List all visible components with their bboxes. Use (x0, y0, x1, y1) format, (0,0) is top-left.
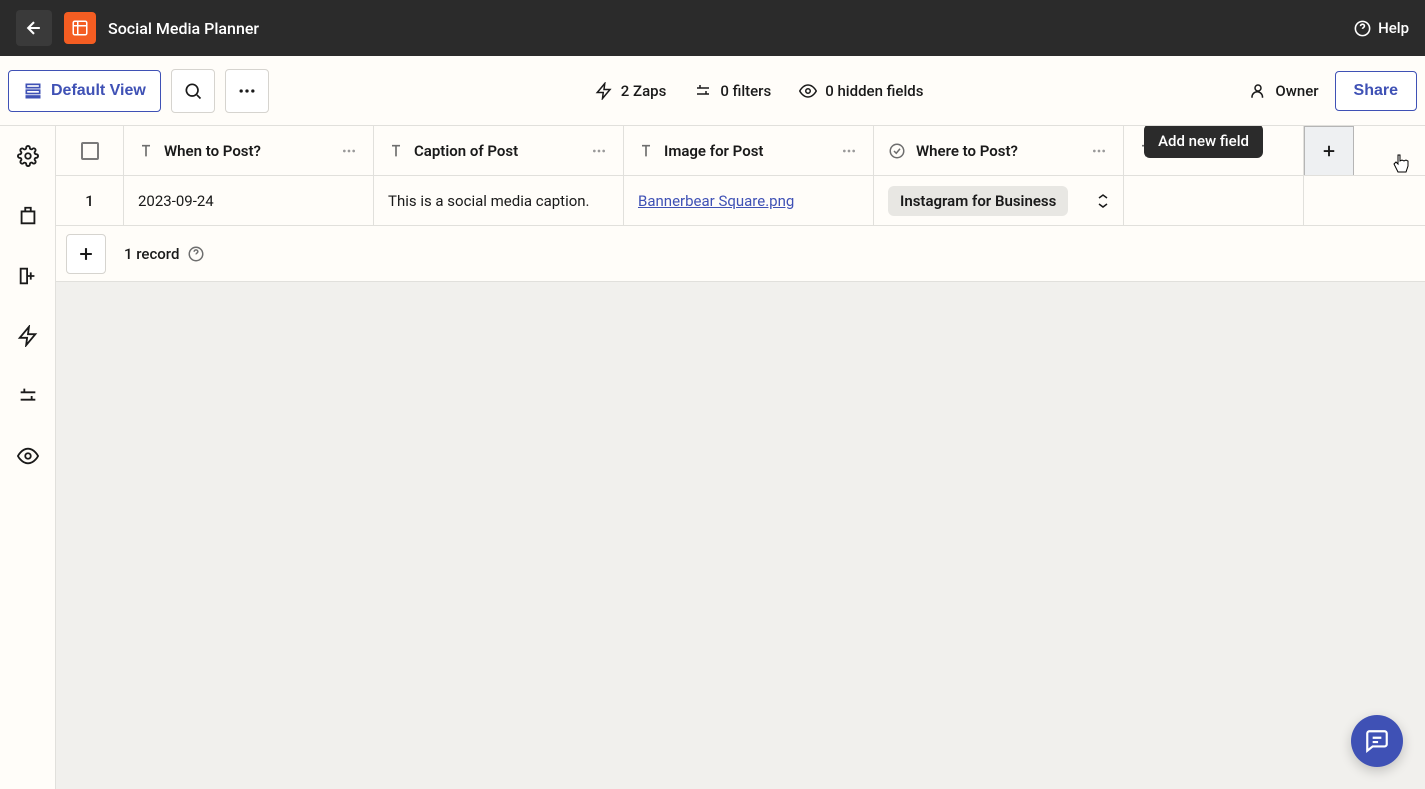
app-title: Social Media Planner (108, 19, 259, 38)
table-wrap: When to Post? Caption of Post Image (56, 126, 1425, 789)
body-layout: When to Post? Caption of Post Image (0, 126, 1425, 789)
more-horizontal-icon (1091, 143, 1107, 159)
plus-icon (76, 244, 96, 264)
toolbar: Default View 2 Zaps 0 filters 0 hidden f… (0, 56, 1425, 126)
eye-icon (799, 82, 817, 100)
column-label: Image for Post (664, 142, 763, 160)
automation-rail-button[interactable] (16, 324, 40, 348)
add-field-tooltip: Add new field (1144, 126, 1263, 158)
row-number: 1 (56, 176, 124, 225)
zaps-label: 2 Zaps (621, 82, 667, 100)
search-icon (183, 81, 203, 101)
select-all-cell[interactable] (56, 126, 124, 175)
column-menu-button[interactable] (589, 143, 609, 159)
column-header-image[interactable]: Image for Post (624, 126, 874, 175)
add-row-button[interactable] (66, 234, 106, 274)
column-label: Where to Post? (916, 142, 1018, 160)
cell-when[interactable]: 2023-09-24 (124, 176, 374, 225)
view-icon (23, 81, 43, 101)
arrow-left-icon (24, 18, 44, 38)
hidden-fields-label: 0 hidden fields (825, 82, 923, 100)
sliders-icon (17, 385, 39, 407)
text-type-icon (138, 143, 154, 159)
hidden-fields-button[interactable]: 0 hidden fields (799, 82, 923, 100)
help-link[interactable]: Help (1353, 19, 1409, 38)
column-label: Caption of Post (414, 142, 518, 160)
select-caret-icon[interactable] (1097, 194, 1109, 208)
zap-icon (595, 82, 613, 100)
back-button[interactable] (16, 10, 52, 46)
app-icon (64, 12, 96, 44)
archive-icon (17, 205, 39, 227)
cell-caption[interactable]: This is a social media caption. (374, 176, 624, 225)
record-count: 1 record (124, 245, 205, 263)
settings-rail-button[interactable] (16, 144, 40, 168)
chat-support-button[interactable] (1351, 715, 1403, 767)
column-menu-button[interactable] (339, 143, 359, 159)
bolt-icon (17, 325, 39, 347)
table-icon (71, 19, 89, 37)
column-label: When to Post? (164, 142, 261, 160)
more-horizontal-icon (591, 143, 607, 159)
select-chip: Instagram for Business (888, 186, 1068, 216)
share-button[interactable]: Share (1335, 71, 1417, 111)
chat-icon (1364, 728, 1390, 754)
checkbox-icon[interactable] (81, 142, 99, 160)
more-horizontal-icon (841, 143, 857, 159)
more-horizontal-icon (237, 81, 257, 101)
help-label: Help (1378, 19, 1409, 37)
zaps-button[interactable]: 2 Zaps (595, 82, 667, 100)
filters-label: 0 filters (720, 82, 771, 100)
search-button[interactable] (171, 69, 215, 113)
filters-button[interactable]: 0 filters (694, 82, 771, 100)
text-type-icon (638, 143, 654, 159)
person-icon (1249, 82, 1267, 100)
view-selector-button[interactable]: Default View (8, 70, 161, 112)
table-row[interactable]: 1 2023-09-24 This is a social media capt… (56, 176, 1425, 226)
top-header: Social Media Planner Help (0, 0, 1425, 56)
plus-icon (1320, 142, 1338, 160)
more-options-button[interactable] (225, 69, 269, 113)
left-rail (0, 126, 56, 789)
cell-where[interactable]: Instagram for Business (874, 176, 1124, 225)
cell-image[interactable]: Bannerbear Square.png (624, 176, 874, 225)
toolbar-center: 2 Zaps 0 filters 0 hidden fields (595, 82, 924, 100)
gear-icon (17, 145, 39, 167)
help-icon (1353, 19, 1372, 38)
more-horizontal-icon (341, 143, 357, 159)
toolbar-right: Owner Share (1249, 71, 1417, 111)
view-label: Default View (51, 82, 146, 100)
checkcircle-icon (888, 142, 906, 160)
share-label: Share (1354, 82, 1398, 99)
column-header-extra[interactable]: H Add new field (1124, 126, 1304, 175)
record-count-label: 1 record (124, 245, 179, 263)
column-header-where[interactable]: Where to Post? (874, 126, 1124, 175)
eye-icon (17, 445, 39, 467)
insert-column-icon (17, 265, 39, 287)
text-type-icon (388, 143, 404, 159)
table-header-row: When to Post? Caption of Post Image (56, 126, 1425, 176)
column-header-when[interactable]: When to Post? (124, 126, 374, 175)
insert-rail-button[interactable] (16, 264, 40, 288)
add-field-button[interactable] (1304, 126, 1354, 175)
adjust-rail-button[interactable] (16, 384, 40, 408)
cell-extra[interactable] (1124, 176, 1304, 225)
help-circle-icon (187, 245, 205, 263)
image-link[interactable]: Bannerbear Square.png (638, 192, 794, 210)
column-header-caption[interactable]: Caption of Post (374, 126, 624, 175)
owner-label: Owner (1275, 82, 1318, 100)
filter-icon (694, 82, 712, 100)
visibility-rail-button[interactable] (16, 444, 40, 468)
archive-rail-button[interactable] (16, 204, 40, 228)
owner-chip[interactable]: Owner (1249, 82, 1318, 100)
column-menu-button[interactable] (839, 143, 859, 159)
column-menu-button[interactable] (1089, 143, 1109, 159)
table-footer: 1 record (56, 226, 1425, 282)
